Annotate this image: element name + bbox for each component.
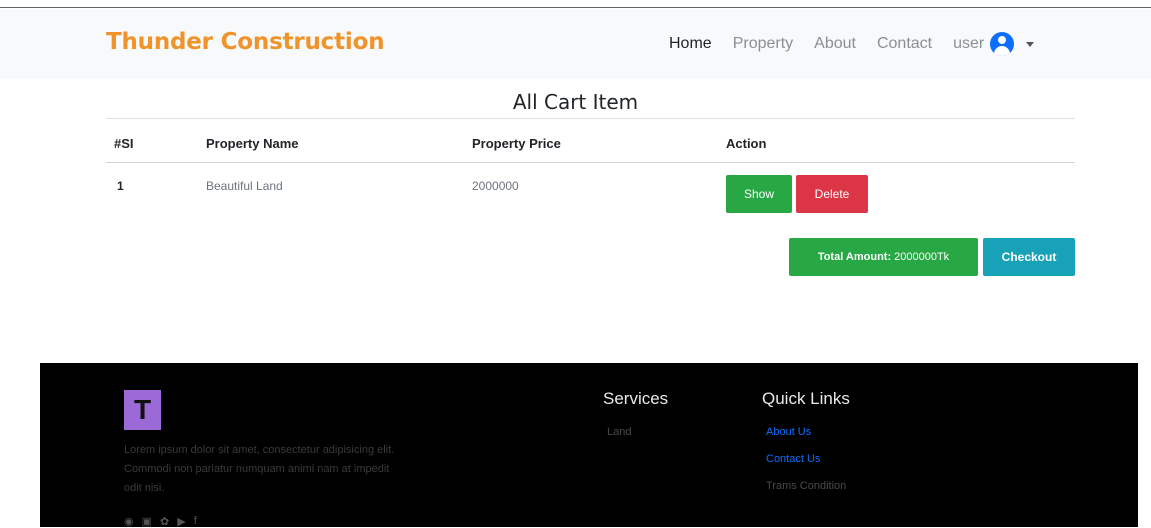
twitter-icon[interactable]: ✿ <box>160 515 169 528</box>
table-top-divider <box>106 118 1075 119</box>
navbar: Thunder Construction Home Property About… <box>0 9 1151 79</box>
col-header-si: #SI <box>114 136 134 151</box>
total-amount-label: Total Amount: <box>817 251 892 263</box>
cell-property-price: 2000000 <box>472 179 519 193</box>
footer-quicklinks-title: Quick Links <box>762 389 850 408</box>
table-header-divider <box>106 162 1075 163</box>
delete-button[interactable]: Delete <box>796 175 868 213</box>
user-menu-label[interactable]: user <box>953 35 984 53</box>
instagram-icon[interactable]: ▣ <box>142 515 152 528</box>
footer-about-text: Lorem ipsum dolor sit amet, consectetur … <box>124 444 395 494</box>
col-header-name: Property Name <box>206 136 299 151</box>
cell-property-name: Beautiful Land <box>206 179 283 193</box>
brand-logo[interactable]: Thunder Construction <box>106 29 385 55</box>
checkout-button[interactable]: Checkout <box>983 238 1075 276</box>
user-avatar-icon[interactable] <box>990 32 1015 56</box>
show-button[interactable]: Show <box>726 175 792 213</box>
chevron-down-icon[interactable] <box>1026 41 1035 47</box>
footer: T Lorem ipsum dolor sit amet, consectetu… <box>40 363 1138 528</box>
total-amount-badge: Total Amount: 2000000Tk <box>789 238 978 276</box>
cell-si: 1 <box>117 179 124 193</box>
nav-about[interactable]: About <box>814 35 856 53</box>
footer-services-title: Services <box>603 389 669 408</box>
total-amount-value: 2000000Tk <box>894 251 950 263</box>
pinterest-icon[interactable]: ◉ <box>124 515 134 528</box>
nav-property[interactable]: Property <box>733 35 793 53</box>
footer-link-about[interactable]: About Us <box>766 426 811 438</box>
page-title: All Cart Item <box>512 90 639 114</box>
footer-service-land[interactable]: Land <box>607 426 631 438</box>
social-icons: ◉ ▣ ✿ ▶ f <box>124 515 197 528</box>
col-header-price: Property Price <box>472 136 561 151</box>
nav-menu: Home Property About Contact user <box>669 32 1035 56</box>
nav-home[interactable]: Home <box>669 35 712 53</box>
nav-contact[interactable]: Contact <box>877 35 932 53</box>
youtube-icon[interactable]: ▶ <box>177 515 185 528</box>
window-top-border <box>0 0 1151 8</box>
footer-logo: T <box>124 390 161 430</box>
facebook-icon[interactable]: f <box>194 515 197 528</box>
footer-link-contact[interactable]: Contact Us <box>766 453 820 465</box>
col-header-action: Action <box>726 136 767 151</box>
footer-link-terms[interactable]: Trams Condition <box>766 480 846 492</box>
